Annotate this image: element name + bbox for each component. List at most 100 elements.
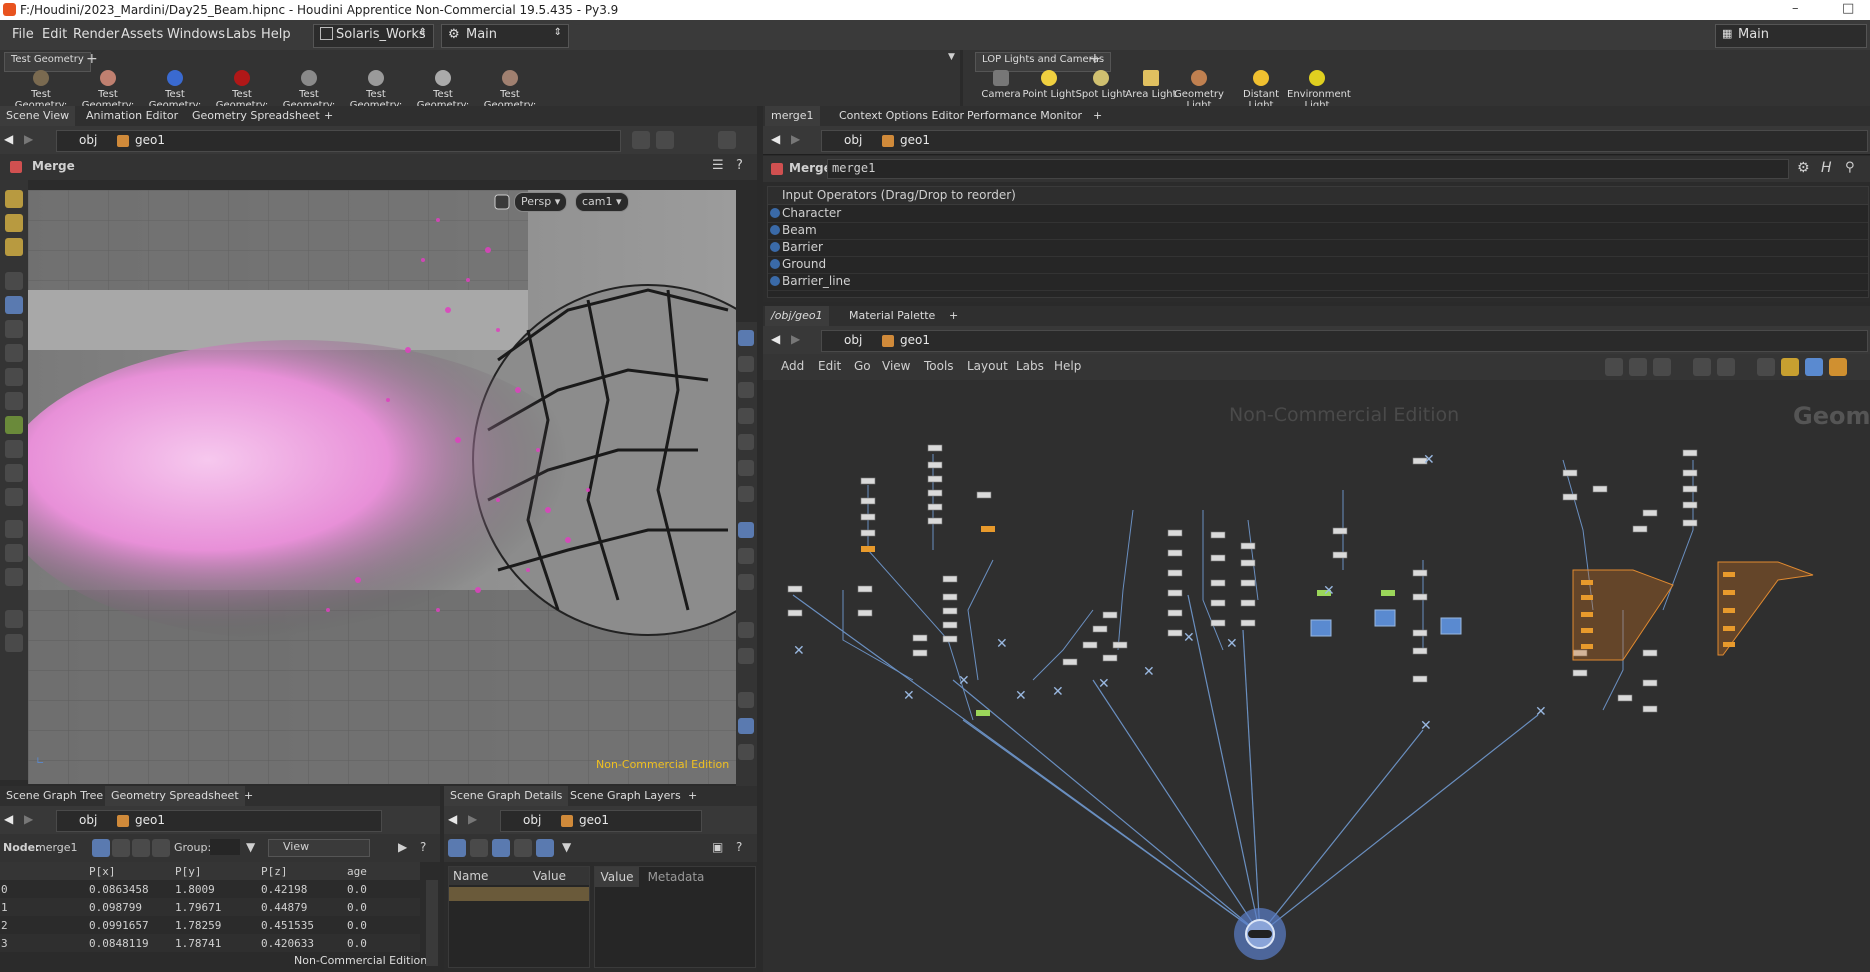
table-row[interactable]: 3 0.0848119 1.78741 0.420633 0.0 (0, 934, 420, 952)
handle-icon[interactable] (5, 392, 23, 410)
spreadsheet-scrollbar[interactable] (426, 880, 438, 966)
help-icon[interactable]: ? (420, 840, 426, 854)
pose-tool-icon[interactable] (5, 368, 23, 386)
tab-obj-geo1[interactable]: /obj/geo1 (765, 306, 829, 326)
pin-icon[interactable] (632, 131, 650, 149)
help-h-icon[interactable]: H (1821, 160, 1832, 176)
table-row[interactable]: 0 0.0863458 1.8009 0.42198 0.0 (0, 880, 420, 898)
light-icon[interactable] (738, 460, 754, 476)
detail-mode-icon[interactable] (152, 839, 170, 857)
shading-icon[interactable] (738, 356, 754, 372)
tree-icon[interactable] (1629, 358, 1647, 376)
tab-geometry-spreadsheet[interactable]: Geometry Spreadsheet (105, 786, 245, 806)
spreadsheet-path[interactable]: obj geo1 (56, 810, 382, 832)
back-arrow-icon[interactable]: ◀ (771, 132, 780, 146)
normals-icon[interactable] (738, 548, 754, 564)
shelf-menu-icon[interactable]: ▼ (948, 52, 955, 62)
rotate-tool-icon[interactable] (5, 440, 23, 458)
ghost-icon[interactable] (738, 408, 754, 424)
jump-to-node-icon[interactable] (770, 242, 780, 252)
tab-value[interactable]: Value (595, 867, 639, 887)
path-geo1[interactable]: geo1 (135, 133, 165, 147)
snap-tool-icon[interactable] (5, 568, 23, 586)
radial-menu-selector[interactable]: ▦ Main (1715, 24, 1867, 48)
filter-icon[interactable]: ▼ (246, 840, 255, 854)
add-tab-icon[interactable]: + (682, 786, 703, 806)
desktop-selector[interactable]: Solaris_Works ⇕ (313, 24, 434, 48)
link-icon[interactable] (656, 131, 674, 149)
path-obj[interactable]: obj (523, 813, 541, 827)
jump-to-node-icon[interactable] (770, 259, 780, 269)
magnet-tool-icon[interactable] (5, 488, 23, 506)
render-region-icon[interactable] (738, 744, 754, 760)
view-dropdown[interactable]: View (268, 839, 370, 857)
camera-menu[interactable]: cam1 ▾ (575, 192, 629, 212)
tab-scene-graph-layers[interactable]: Scene Graph Layers (564, 786, 687, 806)
stamp-tool-icon[interactable] (5, 634, 23, 652)
search-icon[interactable]: ⚲ (1845, 160, 1855, 175)
help-icon[interactable]: ? (736, 840, 742, 854)
forward-arrow-icon[interactable]: ▶ (24, 812, 33, 826)
image-icon[interactable] (1757, 358, 1775, 376)
forward-arrow-icon[interactable]: ▶ (468, 812, 477, 826)
maximize-icon[interactable]: □ (1842, 1, 1854, 16)
guide-icon[interactable] (738, 648, 754, 664)
group-field[interactable] (210, 839, 240, 855)
jump-to-node-icon[interactable] (770, 225, 780, 235)
param-path[interactable]: obj geo1 (821, 130, 1868, 152)
snap-icon[interactable] (738, 692, 754, 708)
persp-menu[interactable]: Persp ▾ (514, 192, 568, 212)
render-tool-icon[interactable] (5, 520, 23, 538)
paint-tool-icon[interactable] (5, 238, 23, 256)
gear-icon[interactable]: ⚙ (1797, 160, 1810, 176)
net-menu-help[interactable]: Help (1054, 359, 1081, 373)
sticky-note-icon[interactable] (1781, 358, 1799, 376)
details-path[interactable]: obj geo1 (500, 810, 702, 832)
list-icon[interactable] (470, 839, 488, 857)
column-header[interactable]: P[z] (260, 862, 346, 880)
lock-camera-icon[interactable] (494, 194, 510, 210)
numbers-icon[interactable] (738, 622, 754, 638)
tile-view-icon[interactable] (1717, 358, 1735, 376)
maximize-pane-icon[interactable] (718, 131, 736, 149)
menu-render[interactable]: Render (73, 27, 119, 42)
menu-file[interactable]: File (12, 27, 34, 42)
add-tab-icon[interactable]: + (318, 106, 339, 126)
tab-merge1[interactable]: merge1 (765, 106, 820, 126)
bulb-icon[interactable] (738, 486, 754, 502)
menu-edit[interactable]: Edit (42, 27, 67, 42)
list-view-icon[interactable] (1653, 358, 1671, 376)
table-row[interactable]: 1 0.098799 1.79671 0.44879 0.0 (0, 898, 420, 916)
forward-arrow-icon[interactable]: ▶ (791, 332, 800, 346)
display-options-icon[interactable]: ☰ (712, 158, 724, 173)
lock-icon[interactable] (738, 382, 754, 398)
back-arrow-icon[interactable]: ◀ (771, 332, 780, 346)
vertices-mode-icon[interactable] (112, 839, 130, 857)
shelf-tab-test-geometry[interactable]: Test Geometry (4, 52, 91, 72)
forward-arrow-icon[interactable]: ▶ (24, 132, 33, 146)
tab-metadata[interactable]: Metadata (645, 867, 707, 887)
tool-distant-light[interactable]: Distant Light (1231, 70, 1291, 111)
list-item[interactable]: Barrier_line (768, 273, 1868, 291)
grid-view-icon[interactable] (1693, 358, 1711, 376)
op-name-field[interactable]: merge1 (827, 159, 1789, 179)
column-header[interactable]: age (346, 862, 420, 880)
path-geo1[interactable]: geo1 (900, 133, 930, 147)
tree-view-icon[interactable] (448, 839, 466, 857)
network-path[interactable]: obj geo1 (821, 330, 1868, 352)
net-menu-add[interactable]: Add (781, 359, 804, 373)
tab-performance-monitor[interactable]: Performance Monitor (961, 106, 1088, 126)
wrench-icon[interactable] (1605, 358, 1623, 376)
wireframe-icon[interactable] (738, 434, 754, 450)
jump-to-node-icon[interactable] (770, 276, 780, 286)
select-tool-icon[interactable] (5, 272, 23, 290)
network-context-selector[interactable]: ⚙ Main ⇕ (441, 24, 569, 48)
path-geo1[interactable]: geo1 (579, 813, 609, 827)
tab-scene-graph-tree[interactable]: Scene Graph Tree (0, 786, 109, 806)
net-menu-tools[interactable]: Tools (924, 359, 954, 373)
add-shelf-icon[interactable]: + (1089, 51, 1101, 67)
tool-point-light[interactable]: Point Light (1019, 70, 1079, 100)
back-arrow-icon[interactable]: ◀ (4, 812, 13, 826)
tab-material-palette[interactable]: Material Palette (843, 306, 941, 326)
path-geo1[interactable]: geo1 (135, 813, 165, 827)
